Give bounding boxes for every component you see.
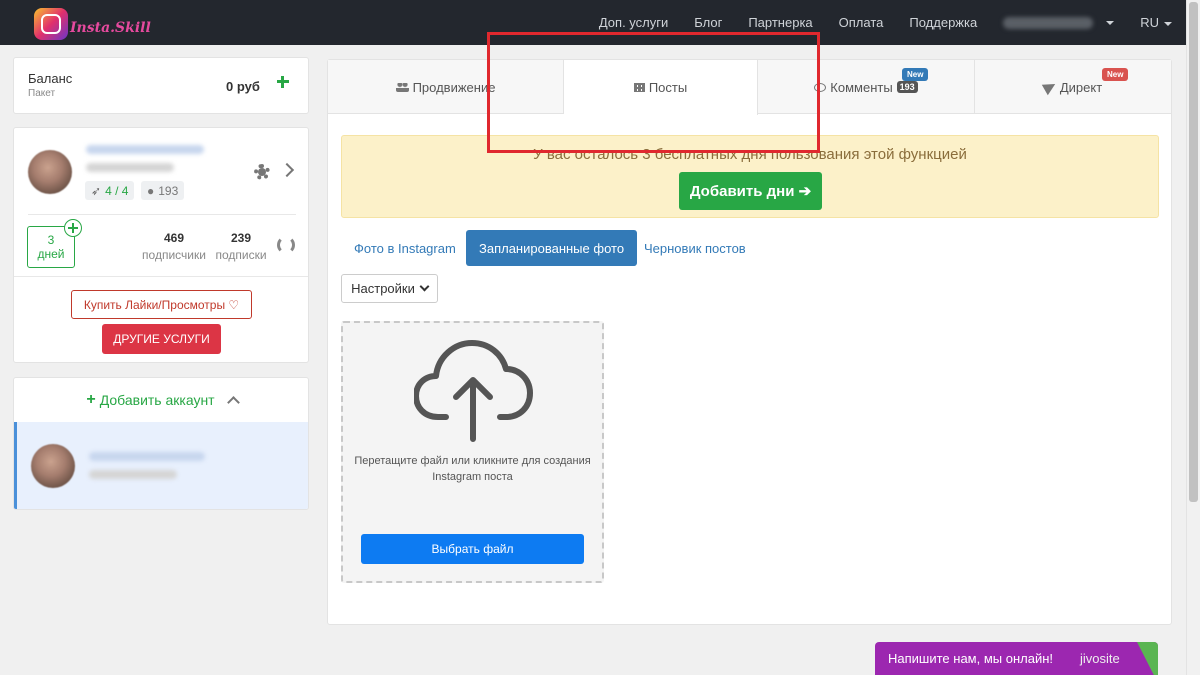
users-icon <box>395 82 409 92</box>
highlight-box <box>487 32 820 153</box>
followers-stat: 469 подписчики <box>140 231 208 262</box>
cloud-upload-icon <box>414 340 533 442</box>
following-stat: 239 подписки <box>209 231 273 262</box>
package-label: Пакет <box>28 88 56 99</box>
comments-count-badge: 193 <box>896 81 918 93</box>
divider <box>28 214 296 215</box>
new-badge: New <box>902 68 929 81</box>
avatar[interactable] <box>28 150 72 194</box>
upload-text-line1: Перетащите файл или кликните для создани… <box>354 455 591 467</box>
refresh-icon[interactable] <box>277 236 295 254</box>
tab-direct[interactable]: Директ New <box>975 60 1171 114</box>
gear-icon-core <box>258 168 266 176</box>
logo-text: Insta.Skill <box>70 20 151 36</box>
days-label: дней <box>37 247 65 261</box>
logo-icon <box>34 8 68 40</box>
add-account-label: Добавить аккаунт <box>99 392 215 408</box>
chevron-down-icon <box>419 281 430 292</box>
user-menu[interactable] <box>1003 16 1115 29</box>
page-scrollbar[interactable] <box>1186 0 1200 675</box>
plus-icon: + <box>86 391 96 408</box>
chat-widget[interactable]: Напишите нам, мы онлайн! jivosite <box>875 642 1158 675</box>
chevron-down-icon <box>1164 21 1172 26</box>
avatar <box>31 444 75 488</box>
following-label: подписки <box>215 248 267 262</box>
paper-plane-icon <box>1041 78 1059 96</box>
subtab-drafts[interactable]: Черновик постов <box>631 230 759 266</box>
balance-card: Баланс Пакет 0 руб <box>13 57 309 114</box>
rocket-icon: ➶ <box>91 183 102 198</box>
upload-instructions: Перетащите файл или кликните для создани… <box>343 453 602 485</box>
followers-count: 469 <box>163 231 185 245</box>
followers-label: подписчики <box>142 248 206 262</box>
settings-label: Настройки <box>351 281 415 296</box>
chat-widget-text: Напишите нам, мы онлайн! <box>888 651 1054 666</box>
nav-link-support[interactable]: Поддержка <box>909 15 977 30</box>
account-name-blurred <box>89 452 205 461</box>
tab-label: Комменты <box>830 79 893 95</box>
username-blurred <box>1003 16 1094 29</box>
chat-widget-brand: jivosite <box>1080 651 1120 666</box>
following-count: 239 <box>230 231 252 245</box>
account-list-item[interactable] <box>14 422 308 509</box>
tab-label: Продвижение <box>412 79 496 95</box>
language-menu[interactable]: RU <box>1140 15 1172 30</box>
buy-likes-button[interactable]: Купить Лайки/Просмотры ♡ <box>71 290 252 319</box>
add-days-icon[interactable] <box>64 219 82 237</box>
choose-file-button[interactable]: Выбрать файл <box>361 534 584 564</box>
comments-stat: ● 193 <box>141 181 185 200</box>
nav-link-blog[interactable]: Блог <box>694 15 722 30</box>
posts-stat: ➶ 4 / 4 <box>85 181 135 200</box>
add-days-button[interactable]: Добавить дни ➔ <box>679 172 822 210</box>
logo[interactable]: Insta.Skill <box>34 8 154 40</box>
other-services-button[interactable]: ДРУГИЕ УСЛУГИ <box>102 324 221 354</box>
posts-stat-value: 4 / 4 <box>105 183 129 198</box>
comment-icon: ● <box>147 183 155 198</box>
accounts-card: + Добавить аккаунт <box>13 377 309 510</box>
chevron-up-icon <box>226 395 240 409</box>
subtab-scheduled-photos[interactable]: Запланированные фото <box>466 230 638 266</box>
chat-widget-corner <box>1137 642 1158 675</box>
scrollbar-thumb[interactable] <box>1189 2 1198 502</box>
add-balance-icon[interactable] <box>276 75 290 89</box>
profile-handle-blurred <box>86 163 174 172</box>
add-account-button[interactable]: + Добавить аккаунт <box>14 378 308 422</box>
tab-label: Директ <box>1059 79 1103 95</box>
new-badge: New <box>1102 68 1129 81</box>
nav-link-affiliate[interactable]: Партнерка <box>748 15 812 30</box>
balance-label: Баланс <box>28 71 73 86</box>
profile-card: ➶ 4 / 4 ● 193 3 дней 469 подписчики 239 … <box>13 127 309 363</box>
upload-dropzone[interactable]: Перетащите файл или кликните для создани… <box>341 321 604 583</box>
account-handle-blurred <box>89 470 177 479</box>
nav-link-extra-services[interactable]: Доп. услуги <box>599 15 668 30</box>
subtab-instagram-photos[interactable]: Фото в Instagram <box>341 230 469 266</box>
chevron-right-icon[interactable] <box>279 162 295 178</box>
settings-dropdown[interactable]: Настройки <box>341 274 438 303</box>
chevron-down-icon <box>1106 20 1115 25</box>
profile-name-blurred <box>86 145 204 154</box>
comments-stat-value: 193 <box>158 183 179 198</box>
nav-link-payment[interactable]: Оплата <box>839 15 884 30</box>
language-label: RU <box>1140 15 1159 30</box>
divider <box>14 276 308 277</box>
upload-text-line2: Instagram поста <box>432 471 513 483</box>
balance-amount: 0 руб <box>226 79 260 94</box>
